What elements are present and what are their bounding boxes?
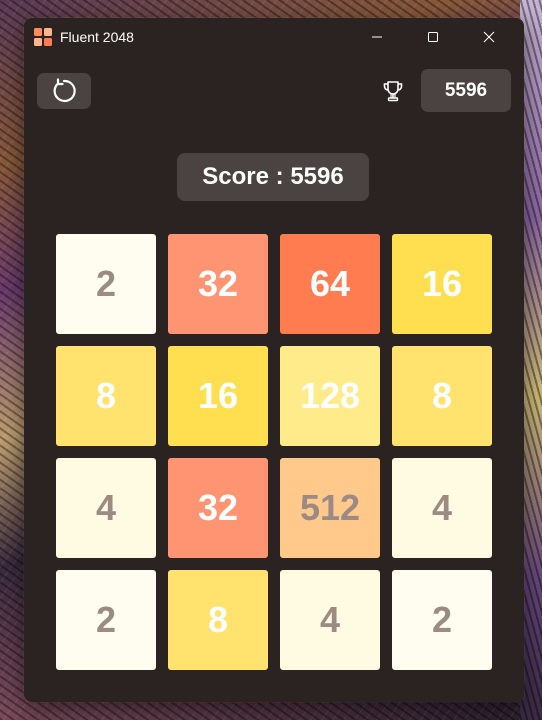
tile: 64 [280,234,380,334]
app-logo-icon [34,28,52,46]
tile: 16 [392,234,492,334]
score-display: Score : 5596 [177,153,369,201]
maximize-button[interactable] [410,18,456,56]
tile: 16 [168,346,268,446]
minimize-icon [372,36,382,38]
app-window: Fluent 2048 5596 Score: 5596 2 32 64 16… [24,18,524,702]
tile: 2 [56,234,156,334]
maximize-icon [428,32,438,42]
best-score-badge: 5596 [421,69,511,112]
tile: 4 [392,458,492,558]
tile: 8 [56,346,156,446]
tile: 4 [280,570,380,670]
tile: 2 [56,570,156,670]
close-button[interactable] [466,18,512,56]
close-icon [483,31,495,43]
tile: 32 [168,234,268,334]
tile: 2 [392,570,492,670]
tile: 512 [280,458,380,558]
restart-button[interactable] [37,73,91,109]
trophy-icon [380,78,406,104]
minimize-button[interactable] [354,18,400,56]
window-title: Fluent 2048 [60,29,134,45]
tile: 32 [168,458,268,558]
tile: 4 [56,458,156,558]
restart-icon [53,78,76,103]
tile: 8 [392,346,492,446]
game-board[interactable]: 2 32 64 16 8 16 128 8 4 32 512 4 2 8 4 2 [56,234,492,670]
tile: 8 [168,570,268,670]
title-bar[interactable]: Fluent 2048 [24,18,524,56]
tile: 128 [280,346,380,446]
